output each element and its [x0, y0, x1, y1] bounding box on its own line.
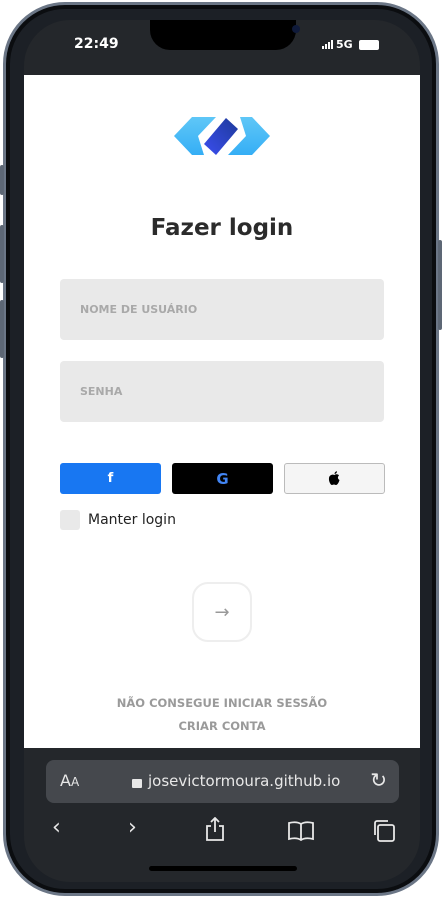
login-page: Fazer login NOME DE USUÁRIO SENHA f G Ma…: [24, 75, 420, 748]
apple-icon: [328, 471, 340, 485]
forgot-link[interactable]: NÃO CONSEGUE INICIAR SESSÃO: [24, 696, 420, 710]
arrow-right-icon: →: [214, 601, 230, 623]
username-input[interactable]: NOME DE USUÁRIO: [60, 279, 384, 340]
network-label: 5G: [336, 38, 353, 51]
clock: 22:49: [74, 36, 119, 52]
page-title: Fazer login: [150, 215, 294, 241]
apple-login-button[interactable]: [284, 463, 385, 494]
signal-icon: [322, 40, 333, 49]
notch: [150, 20, 300, 50]
reader-settings-button[interactable]: AA: [60, 771, 79, 790]
password-input[interactable]: SENHA: [60, 361, 384, 422]
forward-icon[interactable]: ›: [128, 815, 137, 840]
keep-login-checkbox[interactable]: Manter login: [60, 510, 176, 530]
volume-down-button: [0, 300, 4, 358]
status-bar: 22:49 5G: [24, 20, 420, 75]
mute-switch: [0, 165, 4, 195]
share-icon[interactable]: [204, 817, 226, 841]
screen: 22:49 5G Fazer login NOME DE USUÁRIO SEN…: [24, 20, 420, 882]
facebook-login-button[interactable]: f: [60, 463, 161, 494]
power-button: [438, 240, 442, 330]
google-icon: G: [216, 469, 229, 488]
home-indicator: [149, 866, 297, 871]
facebook-icon: f: [107, 471, 114, 486]
battery-icon: [358, 39, 379, 50]
camera-icon: [292, 25, 300, 33]
lock-icon: [132, 778, 142, 788]
signal-indicator: 5G: [322, 38, 379, 51]
submit-button[interactable]: →: [192, 582, 252, 642]
back-icon[interactable]: ‹: [52, 815, 61, 840]
address-bar[interactable]: AA josevictormoura.github.io ↻: [46, 760, 399, 803]
url-text: josevictormoura.github.io: [148, 772, 341, 790]
reload-icon[interactable]: ↻: [370, 768, 387, 792]
create-account-link[interactable]: CRIAR CONTA: [24, 719, 420, 733]
google-login-button[interactable]: G: [172, 463, 273, 494]
tabs-icon[interactable]: [372, 820, 396, 842]
logo-icon: [174, 117, 270, 155]
volume-up-button: [0, 225, 4, 283]
bookmarks-icon[interactable]: [288, 821, 314, 841]
checkbox[interactable]: [60, 510, 80, 530]
keep-login-label: Manter login: [88, 512, 176, 528]
